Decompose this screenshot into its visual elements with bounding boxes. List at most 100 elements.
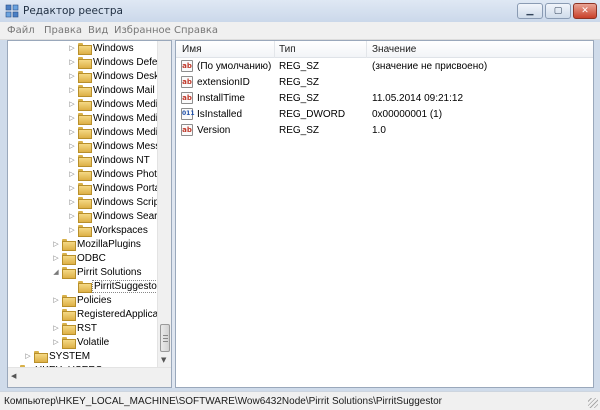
dword-value-icon: 011: [181, 108, 195, 120]
registry-tree[interactable]: ▷ Windows ▷ Windows Defender ▷ Windows Deskto…: [7, 40, 172, 388]
string-value-icon: ab: [181, 60, 193, 72]
menu-edit[interactable]: Правка: [44, 25, 82, 36]
tree-horizontal-scrollbar[interactable]: ◀: [8, 367, 171, 387]
maximize-button[interactable]: ▢: [545, 3, 571, 19]
collapsed-arrow-icon[interactable]: ▷: [68, 128, 76, 136]
folder-icon: [62, 239, 76, 251]
collapsed-arrow-icon[interactable]: ▷: [68, 44, 76, 52]
folder-icon: [78, 127, 92, 139]
value-type: REG_SZ: [279, 77, 320, 88]
tree-item[interactable]: ▷ RST: [52, 321, 97, 335]
tree-scroll-thumb[interactable]: [160, 324, 170, 352]
tree-item[interactable]: ▷ Windows Search: [68, 209, 168, 223]
collapsed-arrow-icon[interactable]: ▷: [68, 86, 76, 94]
collapsed-arrow-icon[interactable]: ▷: [68, 114, 76, 122]
value-row[interactable]: ab Version REG_SZ 1.0: [176, 123, 593, 139]
value-data: 1.0: [372, 125, 386, 136]
close-icon: ✕: [581, 6, 589, 16]
string-value-icon: ab: [181, 124, 193, 136]
list-header: Имя Тип Значение: [176, 41, 593, 58]
collapsed-arrow-icon[interactable]: ▷: [52, 254, 60, 262]
collapsed-arrow-icon[interactable]: ▷: [68, 170, 76, 178]
tree-item-label: Windows NT: [93, 154, 150, 166]
tree-item[interactable]: ▷ Windows NT: [68, 153, 150, 167]
collapsed-arrow-icon[interactable]: ▷: [68, 100, 76, 108]
regedit-window: Редактор реестра ▁ ▢ ✕ Файл Правка Вид И…: [0, 0, 600, 410]
resize-grip-icon[interactable]: [588, 398, 598, 408]
collapsed-arrow-icon[interactable]: ▷: [68, 156, 76, 164]
collapsed-arrow-icon[interactable]: ▷: [68, 72, 76, 80]
value-data: (значение не присвоено): [372, 61, 488, 72]
string-value-icon: ab: [181, 76, 193, 88]
value-row[interactable]: ab extensionID REG_SZ: [176, 75, 593, 91]
folder-icon: [78, 141, 92, 153]
folder-icon: [62, 337, 76, 349]
collapsed-arrow-icon[interactable]: ▷: [52, 296, 60, 304]
menu-favorites[interactable]: Избранное: [114, 25, 171, 36]
scroll-down-arrow-icon[interactable]: ▼: [161, 356, 166, 364]
value-type: REG_SZ: [279, 61, 320, 72]
tree-item-label: Windows: [93, 42, 134, 54]
tree-item[interactable]: ▷ ODBC: [52, 251, 106, 265]
tree-item-label: MozillaPlugins: [77, 238, 141, 250]
tree-item[interactable]: ▷ Workspaces: [68, 223, 148, 237]
folder-icon: [78, 281, 92, 293]
tree-item[interactable]: ◢ Pirrit Solutions: [52, 265, 141, 279]
tree-item[interactable]: ▷ Windows: [68, 41, 134, 55]
menu-view[interactable]: Вид: [88, 25, 108, 36]
value-row[interactable]: 011 IsInstalled REG_DWORD 0x00000001 (1): [176, 107, 593, 123]
tree-item-label: Policies: [77, 294, 112, 306]
folder-icon: [78, 211, 92, 223]
collapsed-arrow-icon[interactable]: ▷: [68, 184, 76, 192]
tree-vertical-scrollbar[interactable]: ▼: [157, 41, 171, 367]
value-name: InstallTime: [197, 93, 245, 104]
collapsed-arrow-icon[interactable]: ▷: [68, 226, 76, 234]
collapsed-arrow-icon[interactable]: ▷: [24, 352, 32, 360]
values-list[interactable]: Имя Тип Значение ab (По умолчанию) REG_SZ (…: [175, 40, 594, 388]
scroll-left-arrow-icon[interactable]: ◀: [11, 372, 16, 380]
collapsed-arrow-icon[interactable]: ▷: [52, 338, 60, 346]
menu-help[interactable]: Справка: [174, 25, 218, 36]
minimize-button[interactable]: ▁: [517, 3, 543, 19]
tree-item[interactable]: ▷ Volatile: [52, 335, 109, 349]
collapsed-arrow-icon[interactable]: ▷: [52, 324, 60, 332]
collapsed-arrow-icon[interactable]: ▷: [68, 58, 76, 66]
value-row[interactable]: ab (По умолчанию) REG_SZ (значение не присв…: [176, 59, 593, 75]
tree-item-label: SYSTEM: [49, 350, 91, 362]
folder-icon: [34, 351, 48, 363]
status-path: Компьютер\HKEY_LOCAL_MACHINE\SOFTWARE\Wo…: [4, 396, 443, 407]
collapsed-arrow-icon[interactable]: ▷: [68, 142, 76, 150]
tree-item-label: Windows Mail: [93, 84, 155, 96]
value-name: IsInstalled: [197, 109, 243, 120]
value-data: 11.05.2014 09:21:12: [372, 93, 464, 104]
column-header-type[interactable]: Тип: [279, 44, 296, 55]
folder-icon: [62, 295, 76, 307]
value-row[interactable]: ab InstallTime REG_SZ 11.05.2014 09:21:12: [176, 91, 593, 107]
tree-item[interactable]: ▷ MozillaPlugins: [52, 237, 141, 251]
close-button[interactable]: ✕: [573, 3, 597, 19]
collapsed-arrow-icon[interactable]: ▷: [52, 240, 60, 248]
tree-item-label: Volatile: [77, 336, 110, 348]
column-header-value[interactable]: Значение: [372, 44, 416, 55]
value-name: Version: [197, 125, 231, 136]
tree-item-label: Workspaces: [93, 224, 148, 236]
title-bar[interactable]: Редактор реестра ▁ ▢ ✕: [0, 0, 600, 22]
value-name: (По умолчанию): [197, 61, 272, 72]
folder-icon: [78, 155, 92, 167]
tree-item-label: RST: [77, 322, 97, 334]
value-type: REG_SZ: [279, 125, 320, 136]
tree-item[interactable]: ▷ Policies: [52, 293, 111, 307]
expanded-arrow-icon[interactable]: ◢: [52, 268, 60, 276]
tree-item[interactable]: ▷ Windows Mail: [68, 83, 155, 97]
tree-item[interactable]: RegisteredApplications: [52, 307, 171, 321]
collapsed-arrow-icon[interactable]: ▷: [68, 198, 76, 206]
tree-item[interactable]: ▷ SYSTEM: [24, 349, 90, 363]
tree-item[interactable]: PirritSuggestor: [68, 279, 163, 293]
folder-icon: [78, 197, 92, 209]
collapsed-arrow-icon[interactable]: ▷: [68, 212, 76, 220]
menu-file[interactable]: Файл: [7, 25, 35, 36]
folder-icon: [78, 169, 92, 181]
registry-editor-icon: [5, 4, 19, 18]
tree-item-label: Pirrit Solutions: [77, 266, 142, 278]
column-header-name[interactable]: Имя: [182, 44, 201, 55]
